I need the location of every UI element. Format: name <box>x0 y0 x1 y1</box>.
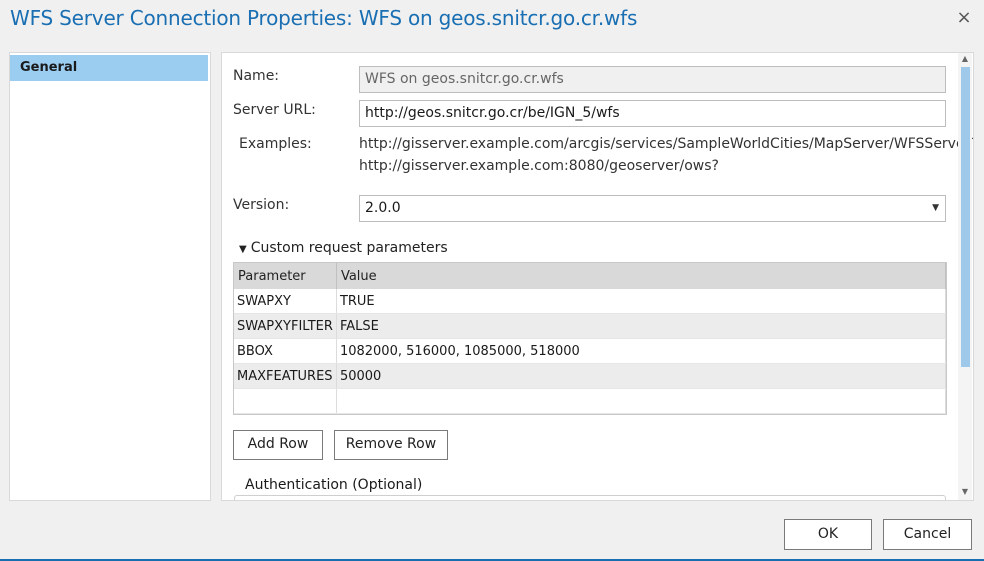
col-header-value[interactable]: Value <box>336 263 947 289</box>
params-table-container: Parameter Value SWAPXY TRUE SWAPXYFILTER… <box>233 262 947 415</box>
version-select[interactable]: 2.0.0 ▼ <box>359 195 946 222</box>
scroll-down-icon[interactable]: ▼ <box>960 487 970 496</box>
examples-label: Examples: <box>239 136 312 152</box>
custom-params-header[interactable]: ▼ Custom request parameters <box>239 240 448 256</box>
scroll-up-icon[interactable]: ▲ <box>960 54 970 63</box>
close-icon[interactable]: × <box>952 6 976 30</box>
sidebar-item-general[interactable]: General <box>10 55 208 81</box>
param-name-cell[interactable]: MAXFEATURES <box>234 363 337 389</box>
dialog-title: WFS Server Connection Properties: WFS on… <box>10 6 638 30</box>
name-field[interactable]: WFS on geos.snitcr.go.cr.wfs <box>359 66 946 93</box>
vertical-scrollbar[interactable]: ▲ ▼ <box>958 53 972 500</box>
param-name-cell[interactable]: SWAPXY <box>234 289 337 314</box>
example-url-2: http://gisserver.example.com:8080/geoser… <box>359 158 719 174</box>
param-value-cell[interactable]: TRUE <box>336 289 947 314</box>
param-name-cell[interactable]: BBOX <box>234 338 337 364</box>
params-table: Parameter Value SWAPXY TRUE SWAPXYFILTER… <box>234 263 947 414</box>
version-label: Version: <box>233 197 290 213</box>
scrollbar-thumb[interactable] <box>961 67 970 367</box>
authentication-group <box>234 495 946 500</box>
general-panel: Name: WFS on geos.snitcr.go.cr.wfs Serve… <box>221 52 974 501</box>
param-value-cell[interactable] <box>336 388 947 414</box>
authentication-label: Authentication (Optional) <box>242 477 426 493</box>
chevron-down-icon: ▼ <box>239 244 247 255</box>
param-name-cell[interactable] <box>234 388 337 414</box>
example-url-1: http://gisserver.example.com/arcgis/serv… <box>359 136 974 152</box>
table-row[interactable]: SWAPXY TRUE <box>234 289 947 314</box>
ok-button[interactable]: OK <box>784 519 872 550</box>
server-url-label: Server URL: <box>233 102 316 118</box>
table-row[interactable]: MAXFEATURES 50000 <box>234 363 947 389</box>
version-value: 2.0.0 <box>365 200 401 216</box>
param-name-cell[interactable]: SWAPXYFILTER <box>234 313 337 339</box>
sidebar-nav: General <box>9 52 211 501</box>
table-row[interactable]: BBOX 1082000, 516000, 1085000, 518000 <box>234 338 947 364</box>
param-value-cell[interactable]: FALSE <box>336 313 947 339</box>
server-url-field[interactable]: http://geos.snitcr.go.cr/be/IGN_5/wfs <box>359 100 946 127</box>
cancel-button[interactable]: Cancel <box>883 519 972 550</box>
table-row[interactable] <box>234 388 947 414</box>
chevron-down-icon: ▼ <box>932 203 939 213</box>
add-row-button[interactable]: Add Row <box>233 430 323 460</box>
name-label: Name: <box>233 68 280 84</box>
remove-row-button[interactable]: Remove Row <box>334 430 448 460</box>
custom-params-label: Custom request parameters <box>250 240 448 256</box>
col-header-parameter[interactable]: Parameter <box>234 263 337 289</box>
param-value-cell[interactable]: 1082000, 516000, 1085000, 518000 <box>336 338 947 364</box>
table-row[interactable]: SWAPXYFILTER FALSE <box>234 313 947 339</box>
param-value-cell[interactable]: 50000 <box>336 363 947 389</box>
